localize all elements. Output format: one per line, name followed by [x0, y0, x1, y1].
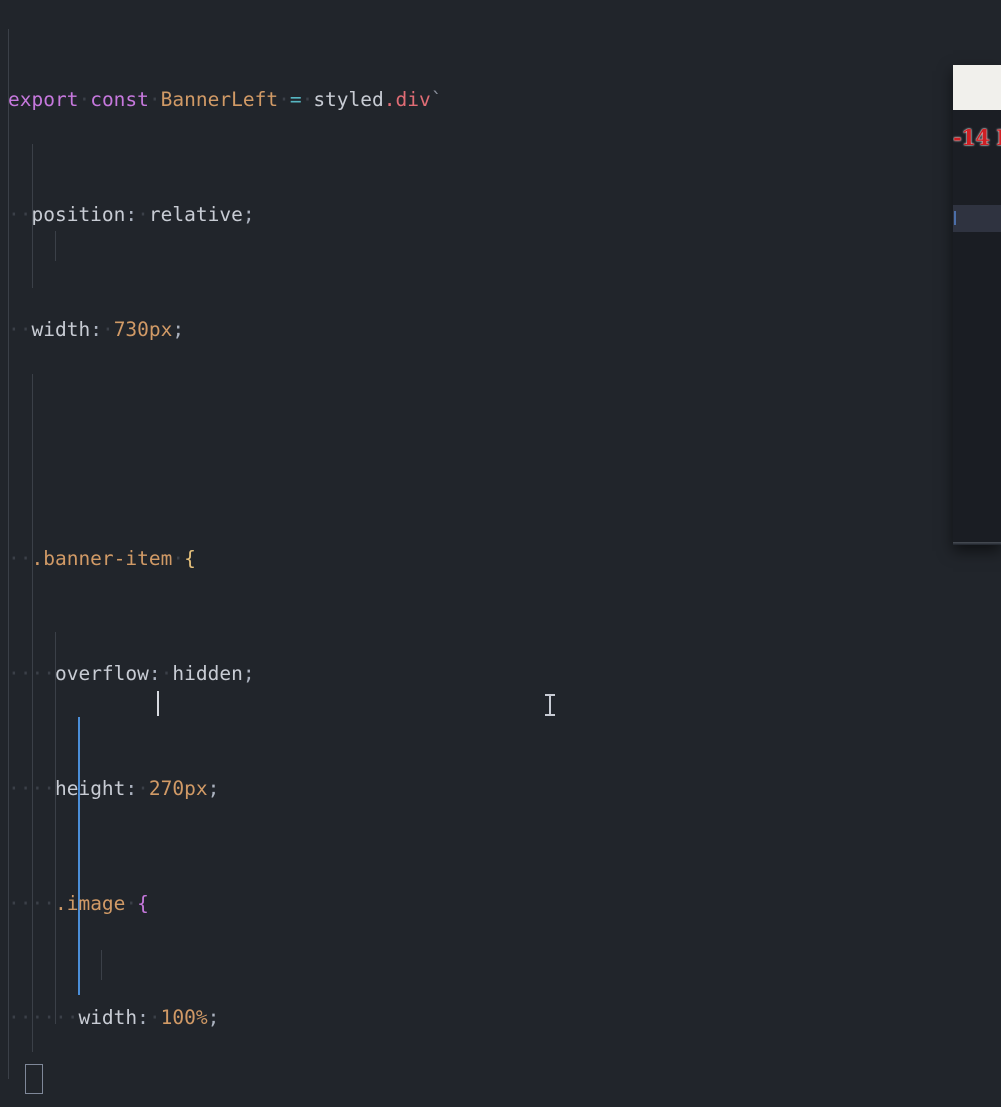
panel-diff-text: -14 R: [953, 110, 1001, 165]
code-content[interactable]: export·const·BannerLeft·=·styled.div` ··…: [0, 0, 1001, 1107]
code-line-4[interactable]: [0, 431, 1001, 460]
text-caret: [157, 691, 159, 716]
code-line-5[interactable]: ··.banner-item·{: [0, 545, 1001, 574]
code-line-9[interactable]: ······width:·100%;: [0, 1004, 1001, 1033]
code-line-6[interactable]: ····overflow:·hidden;: [0, 660, 1001, 689]
code-line-1[interactable]: export·const·BannerLeft·=·styled.div`: [0, 86, 1001, 115]
panel-bottom-shadow: [953, 542, 1001, 545]
panel-selected-row[interactable]: [953, 205, 1001, 232]
right-overlay-panel[interactable]: -14 R: [953, 65, 1001, 545]
panel-remaining-area: [953, 232, 1001, 542]
code-line-7[interactable]: ····height:·270px;: [0, 775, 1001, 804]
panel-row-caret: [954, 211, 956, 225]
code-editor[interactable]: export·const·BannerLeft·=·styled.div` ··…: [0, 0, 1001, 1107]
code-line-8[interactable]: ····.image·{: [0, 890, 1001, 919]
panel-header-light: [953, 65, 1001, 110]
code-line-2[interactable]: ··position:·relative;: [0, 201, 1001, 230]
code-line-3[interactable]: ··width:·730px;: [0, 316, 1001, 345]
panel-body: [953, 165, 1001, 205]
